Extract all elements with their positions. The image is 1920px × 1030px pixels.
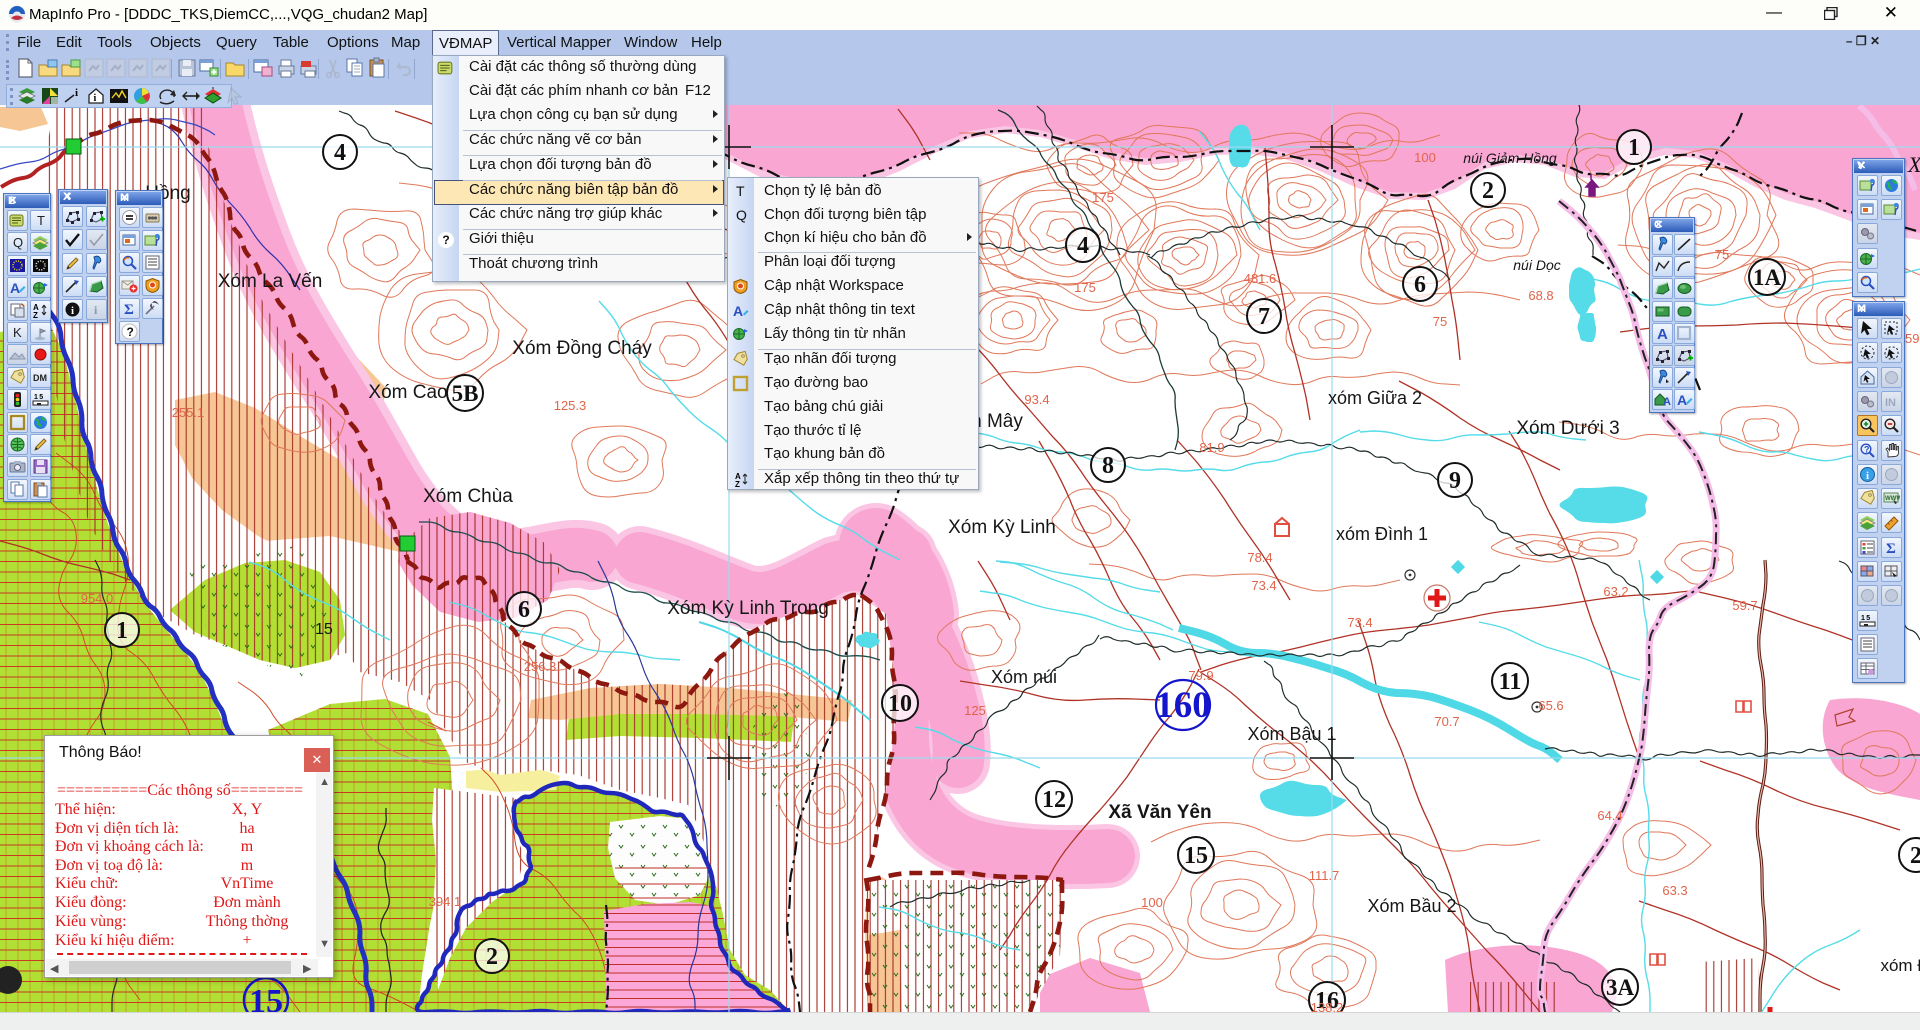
svg-text:DM: DM xyxy=(33,373,47,383)
svg-text:93.4: 93.4 xyxy=(1024,392,1049,407)
svg-text:11: 11 xyxy=(1499,669,1522,695)
svg-text:75: 75 xyxy=(1715,247,1729,262)
svg-text:255.1: 255.1 xyxy=(172,405,205,420)
svg-text:núi Dọc: núi Dọc xyxy=(1513,257,1560,273)
svg-text:481.6: 481.6 xyxy=(1244,271,1277,286)
svg-text:Xóm Dưới 3: Xóm Dưới 3 xyxy=(1516,418,1619,439)
svg-text:2: 2 xyxy=(1482,178,1494,204)
svg-text:954.0: 954.0 xyxy=(81,591,114,606)
svg-text:12: 12 xyxy=(1042,787,1066,813)
svg-text:Xóm núi: Xóm núi xyxy=(991,667,1057,687)
svg-text:64.4: 64.4 xyxy=(1597,808,1622,823)
svg-text:79.9: 79.9 xyxy=(1188,668,1213,683)
svg-text:7: 7 xyxy=(1258,304,1270,330)
svg-text:111.7: 111.7 xyxy=(1309,868,1340,883)
svg-text:2: 2 xyxy=(486,944,498,970)
svg-text:394.1: 394.1 xyxy=(429,894,462,909)
svg-text:160: 160 xyxy=(1155,685,1211,726)
svg-text:15: 15 xyxy=(1184,843,1208,869)
svg-text:1: 1 xyxy=(1628,135,1640,161)
svg-text:i: i xyxy=(75,87,78,99)
svg-text:i: i xyxy=(1866,470,1869,482)
svg-text:9: 9 xyxy=(1449,468,1461,494)
svg-text:63.2: 63.2 xyxy=(1603,584,1628,599)
svg-text:A: A xyxy=(1657,326,1668,342)
svg-text:T: T xyxy=(37,213,45,228)
svg-text:63.3: 63.3 xyxy=(1662,883,1687,898)
svg-text:Xóm Đồng Cháy: Xóm Đồng Cháy xyxy=(512,338,652,359)
svg-text:A: A xyxy=(1677,392,1687,408)
svg-text:100: 100 xyxy=(1414,150,1436,165)
svg-text:59: 59 xyxy=(1905,331,1919,346)
svg-text:65.6: 65.6 xyxy=(1538,698,1563,713)
svg-text:4: 4 xyxy=(1077,233,1089,259)
svg-text:IN: IN xyxy=(1885,397,1896,409)
svg-text:70.7: 70.7 xyxy=(1434,714,1459,729)
svg-text:125.3: 125.3 xyxy=(554,398,587,413)
svg-text:100: 100 xyxy=(1141,895,1163,910)
svg-text:i: i xyxy=(71,305,74,317)
svg-text:1 5: 1 5 xyxy=(34,394,43,401)
svg-text:4: 4 xyxy=(334,140,346,166)
svg-text:8: 8 xyxy=(1102,453,1114,479)
svg-text:1 5: 1 5 xyxy=(1861,615,1870,622)
svg-text:?: ? xyxy=(127,325,134,339)
svg-text:256.3: 256.3 xyxy=(524,659,557,674)
svg-text:A: A xyxy=(1663,396,1671,408)
svg-text:1A: 1A xyxy=(1753,265,1782,290)
svg-text:Xóm La Vến: Xóm La Vến xyxy=(218,271,323,292)
svg-text:1: 1 xyxy=(116,618,128,644)
svg-text:núi Giảm Hồng: núi Giảm Hồng xyxy=(1463,150,1557,166)
svg-text:73.4: 73.4 xyxy=(1347,615,1372,630)
svg-text:10: 10 xyxy=(888,691,912,717)
svg-text:Z: Z xyxy=(735,480,740,488)
svg-text:59.7: 59.7 xyxy=(1732,598,1757,613)
svg-text:6: 6 xyxy=(1414,272,1426,298)
svg-text:73.4: 73.4 xyxy=(1251,578,1276,593)
svg-text:?: ? xyxy=(1864,445,1870,455)
svg-text:Xóm Bầu 2: Xóm Bầu 2 xyxy=(1367,896,1456,916)
svg-text:Xóm Kỳ Linh: Xóm Kỳ Linh xyxy=(948,517,1056,538)
svg-text:175: 175 xyxy=(1092,190,1114,205)
svg-text:xóm Giữa 2: xóm Giữa 2 xyxy=(1328,388,1422,408)
svg-text:15: 15 xyxy=(315,621,333,638)
svg-text:Σ: Σ xyxy=(124,302,134,317)
svg-text:5B: 5B xyxy=(452,381,479,406)
svg-text:X: X xyxy=(1907,152,1920,177)
svg-text:Xóm Cao: Xóm Cao xyxy=(368,382,447,403)
svg-text:WWW: WWW xyxy=(1885,496,1900,502)
svg-text:81.9: 81.9 xyxy=(1199,440,1224,455)
svg-text:75: 75 xyxy=(1433,314,1447,329)
svg-text:Xóm Chùa: Xóm Chùa xyxy=(423,486,513,507)
svg-text:15: 15 xyxy=(249,983,283,1012)
svg-text:A: A xyxy=(10,280,20,296)
svg-text:Xóm Kỳ Linh Trong: Xóm Kỳ Linh Trong xyxy=(667,598,829,619)
svg-text:68.8: 68.8 xyxy=(1528,288,1553,303)
svg-text:i: i xyxy=(94,303,98,317)
svg-text:125: 125 xyxy=(964,703,986,718)
svg-text:A: A xyxy=(733,303,743,319)
svg-text:i: i xyxy=(94,93,97,104)
svg-text:6: 6 xyxy=(518,597,530,623)
svg-text:xóm Đ: xóm Đ xyxy=(1880,956,1920,975)
svg-text:Xóm Bậu 1: Xóm Bậu 1 xyxy=(1247,724,1336,744)
svg-text:2: 2 xyxy=(1910,843,1920,869)
svg-text:Q: Q xyxy=(13,235,23,250)
svg-text:K: K xyxy=(13,325,22,340)
svg-text:Z: Z xyxy=(33,311,38,319)
svg-text:Σ: Σ xyxy=(1886,541,1896,556)
svg-text:78.4: 78.4 xyxy=(1247,550,1272,565)
svg-text:Xã Văn Yên: Xã Văn Yên xyxy=(1108,802,1211,823)
svg-text:3A: 3A xyxy=(1606,975,1635,1000)
svg-text:175: 175 xyxy=(1074,280,1096,295)
svg-text:xóm Đình 1: xóm Đình 1 xyxy=(1336,524,1428,544)
svg-text:138.2: 138.2 xyxy=(1311,1000,1344,1012)
